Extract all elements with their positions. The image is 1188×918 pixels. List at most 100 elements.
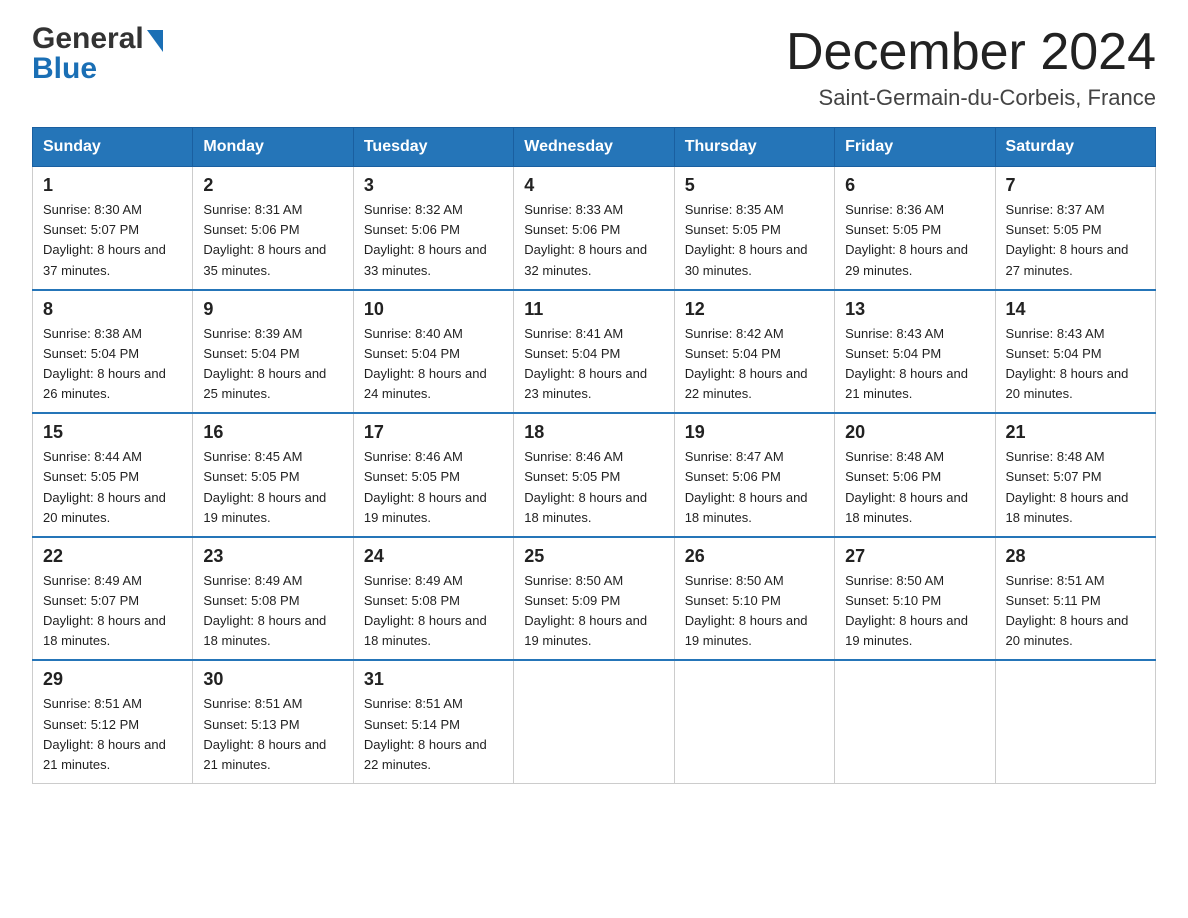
day-info: Sunrise: 8:48 AMSunset: 5:07 PMDaylight:…	[1006, 447, 1145, 528]
location: Saint-Germain-du-Corbeis, France	[786, 85, 1156, 111]
calendar-cell	[995, 660, 1155, 783]
day-info: Sunrise: 8:33 AMSunset: 5:06 PMDaylight:…	[524, 200, 663, 281]
day-info: Sunrise: 8:46 AMSunset: 5:05 PMDaylight:…	[364, 447, 503, 528]
day-number: 28	[1006, 546, 1145, 567]
day-info: Sunrise: 8:35 AMSunset: 5:05 PMDaylight:…	[685, 200, 824, 281]
day-info: Sunrise: 8:50 AMSunset: 5:10 PMDaylight:…	[685, 571, 824, 652]
calendar-cell: 12 Sunrise: 8:42 AMSunset: 5:04 PMDaylig…	[674, 290, 834, 414]
calendar-cell	[674, 660, 834, 783]
day-info: Sunrise: 8:51 AMSunset: 5:14 PMDaylight:…	[364, 694, 503, 775]
calendar-cell: 25 Sunrise: 8:50 AMSunset: 5:09 PMDaylig…	[514, 537, 674, 661]
day-number: 3	[364, 175, 503, 196]
calendar-cell: 4 Sunrise: 8:33 AMSunset: 5:06 PMDayligh…	[514, 167, 674, 290]
day-info: Sunrise: 8:38 AMSunset: 5:04 PMDaylight:…	[43, 324, 182, 405]
day-info: Sunrise: 8:31 AMSunset: 5:06 PMDaylight:…	[203, 200, 342, 281]
day-info: Sunrise: 8:45 AMSunset: 5:05 PMDaylight:…	[203, 447, 342, 528]
day-number: 16	[203, 422, 342, 443]
day-info: Sunrise: 8:30 AMSunset: 5:07 PMDaylight:…	[43, 200, 182, 281]
calendar-cell	[514, 660, 674, 783]
calendar-cell: 2 Sunrise: 8:31 AMSunset: 5:06 PMDayligh…	[193, 167, 353, 290]
day-info: Sunrise: 8:50 AMSunset: 5:10 PMDaylight:…	[845, 571, 984, 652]
header-sunday: Sunday	[33, 128, 193, 167]
page-header: General Blue December 2024 Saint-Germain…	[32, 24, 1156, 111]
day-info: Sunrise: 8:32 AMSunset: 5:06 PMDaylight:…	[364, 200, 503, 281]
day-info: Sunrise: 8:40 AMSunset: 5:04 PMDaylight:…	[364, 324, 503, 405]
calendar-cell: 20 Sunrise: 8:48 AMSunset: 5:06 PMDaylig…	[835, 413, 995, 537]
day-number: 6	[845, 175, 984, 196]
day-info: Sunrise: 8:47 AMSunset: 5:06 PMDaylight:…	[685, 447, 824, 528]
day-info: Sunrise: 8:43 AMSunset: 5:04 PMDaylight:…	[845, 324, 984, 405]
header-saturday: Saturday	[995, 128, 1155, 167]
calendar-cell: 14 Sunrise: 8:43 AMSunset: 5:04 PMDaylig…	[995, 290, 1155, 414]
header-thursday: Thursday	[674, 128, 834, 167]
day-number: 13	[845, 299, 984, 320]
calendar-cell	[835, 660, 995, 783]
logo-arrow-icon	[147, 30, 163, 52]
logo: General Blue	[32, 24, 163, 84]
day-info: Sunrise: 8:44 AMSunset: 5:05 PMDaylight:…	[43, 447, 182, 528]
calendar-cell: 3 Sunrise: 8:32 AMSunset: 5:06 PMDayligh…	[353, 167, 513, 290]
day-number: 4	[524, 175, 663, 196]
day-number: 10	[364, 299, 503, 320]
calendar-week-row: 8 Sunrise: 8:38 AMSunset: 5:04 PMDayligh…	[33, 290, 1156, 414]
calendar-cell: 8 Sunrise: 8:38 AMSunset: 5:04 PMDayligh…	[33, 290, 193, 414]
day-number: 12	[685, 299, 824, 320]
day-number: 9	[203, 299, 342, 320]
day-number: 22	[43, 546, 182, 567]
day-number: 19	[685, 422, 824, 443]
header-wednesday: Wednesday	[514, 128, 674, 167]
day-info: Sunrise: 8:50 AMSunset: 5:09 PMDaylight:…	[524, 571, 663, 652]
day-info: Sunrise: 8:43 AMSunset: 5:04 PMDaylight:…	[1006, 324, 1145, 405]
calendar-cell: 22 Sunrise: 8:49 AMSunset: 5:07 PMDaylig…	[33, 537, 193, 661]
day-info: Sunrise: 8:51 AMSunset: 5:11 PMDaylight:…	[1006, 571, 1145, 652]
calendar-cell: 13 Sunrise: 8:43 AMSunset: 5:04 PMDaylig…	[835, 290, 995, 414]
calendar-cell: 16 Sunrise: 8:45 AMSunset: 5:05 PMDaylig…	[193, 413, 353, 537]
calendar-cell: 6 Sunrise: 8:36 AMSunset: 5:05 PMDayligh…	[835, 167, 995, 290]
day-number: 1	[43, 175, 182, 196]
calendar-cell: 26 Sunrise: 8:50 AMSunset: 5:10 PMDaylig…	[674, 537, 834, 661]
day-number: 14	[1006, 299, 1145, 320]
day-number: 29	[43, 669, 182, 690]
calendar-cell: 1 Sunrise: 8:30 AMSunset: 5:07 PMDayligh…	[33, 167, 193, 290]
day-info: Sunrise: 8:49 AMSunset: 5:07 PMDaylight:…	[43, 571, 182, 652]
day-info: Sunrise: 8:49 AMSunset: 5:08 PMDaylight:…	[364, 571, 503, 652]
day-info: Sunrise: 8:42 AMSunset: 5:04 PMDaylight:…	[685, 324, 824, 405]
calendar-cell: 24 Sunrise: 8:49 AMSunset: 5:08 PMDaylig…	[353, 537, 513, 661]
day-number: 5	[685, 175, 824, 196]
day-info: Sunrise: 8:51 AMSunset: 5:12 PMDaylight:…	[43, 694, 182, 775]
calendar-cell: 10 Sunrise: 8:40 AMSunset: 5:04 PMDaylig…	[353, 290, 513, 414]
header-friday: Friday	[835, 128, 995, 167]
calendar-cell: 30 Sunrise: 8:51 AMSunset: 5:13 PMDaylig…	[193, 660, 353, 783]
day-number: 20	[845, 422, 984, 443]
calendar-cell: 15 Sunrise: 8:44 AMSunset: 5:05 PMDaylig…	[33, 413, 193, 537]
day-number: 17	[364, 422, 503, 443]
day-info: Sunrise: 8:49 AMSunset: 5:08 PMDaylight:…	[203, 571, 342, 652]
calendar-cell: 29 Sunrise: 8:51 AMSunset: 5:12 PMDaylig…	[33, 660, 193, 783]
month-title: December 2024	[786, 24, 1156, 81]
calendar-week-row: 1 Sunrise: 8:30 AMSunset: 5:07 PMDayligh…	[33, 167, 1156, 290]
calendar-cell: 21 Sunrise: 8:48 AMSunset: 5:07 PMDaylig…	[995, 413, 1155, 537]
day-info: Sunrise: 8:39 AMSunset: 5:04 PMDaylight:…	[203, 324, 342, 405]
day-info: Sunrise: 8:36 AMSunset: 5:05 PMDaylight:…	[845, 200, 984, 281]
header-monday: Monday	[193, 128, 353, 167]
day-info: Sunrise: 8:41 AMSunset: 5:04 PMDaylight:…	[524, 324, 663, 405]
calendar-header-row: SundayMondayTuesdayWednesdayThursdayFrid…	[33, 128, 1156, 167]
day-number: 21	[1006, 422, 1145, 443]
day-number: 8	[43, 299, 182, 320]
calendar-cell: 28 Sunrise: 8:51 AMSunset: 5:11 PMDaylig…	[995, 537, 1155, 661]
calendar-cell: 23 Sunrise: 8:49 AMSunset: 5:08 PMDaylig…	[193, 537, 353, 661]
day-number: 31	[364, 669, 503, 690]
day-number: 23	[203, 546, 342, 567]
calendar-cell: 19 Sunrise: 8:47 AMSunset: 5:06 PMDaylig…	[674, 413, 834, 537]
calendar-week-row: 22 Sunrise: 8:49 AMSunset: 5:07 PMDaylig…	[33, 537, 1156, 661]
calendar-cell: 31 Sunrise: 8:51 AMSunset: 5:14 PMDaylig…	[353, 660, 513, 783]
calendar-cell: 7 Sunrise: 8:37 AMSunset: 5:05 PMDayligh…	[995, 167, 1155, 290]
day-info: Sunrise: 8:37 AMSunset: 5:05 PMDaylight:…	[1006, 200, 1145, 281]
header-tuesday: Tuesday	[353, 128, 513, 167]
calendar-cell: 27 Sunrise: 8:50 AMSunset: 5:10 PMDaylig…	[835, 537, 995, 661]
day-info: Sunrise: 8:46 AMSunset: 5:05 PMDaylight:…	[524, 447, 663, 528]
day-number: 7	[1006, 175, 1145, 196]
day-number: 2	[203, 175, 342, 196]
logo-general: General	[32, 24, 144, 54]
calendar-cell: 17 Sunrise: 8:46 AMSunset: 5:05 PMDaylig…	[353, 413, 513, 537]
